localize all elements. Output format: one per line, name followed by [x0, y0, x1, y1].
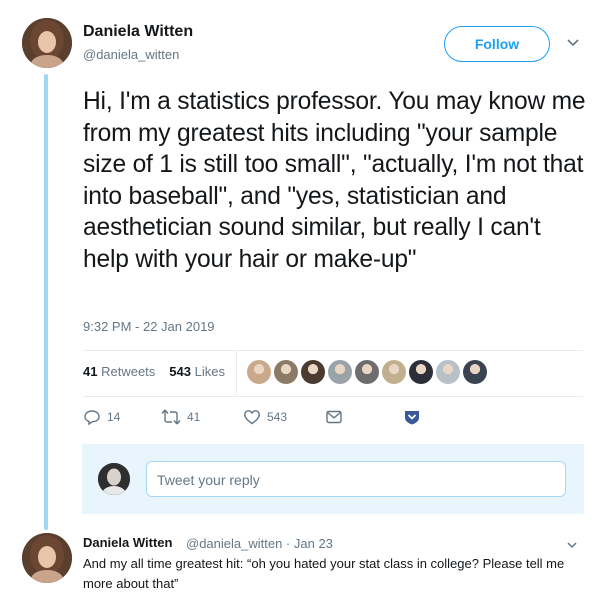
reply-action[interactable]: 14	[83, 408, 120, 426]
tweet-timestamp[interactable]: 9:32 PM - 22 Jan 2019	[83, 319, 215, 334]
author-name[interactable]: Daniela Witten	[83, 23, 193, 41]
liker-avatar[interactable]	[274, 360, 298, 384]
likes-stat[interactable]: 543 Likes	[169, 364, 225, 379]
retweets-stat[interactable]: 41 Retweets	[83, 364, 155, 379]
tweet-text: Hi, I'm a statistics professor. You may …	[83, 88, 586, 273]
likes-label: Likes	[194, 364, 225, 379]
liker-avatar[interactable]	[409, 360, 433, 384]
liker-avatar[interactable]	[436, 360, 460, 384]
engagement-stats: 41 Retweets 543 Likes	[83, 364, 225, 379]
shield-icon	[405, 411, 419, 425]
liker-avatar[interactable]	[247, 360, 271, 384]
liker-avatars	[247, 360, 487, 384]
liker-avatar[interactable]	[301, 360, 325, 384]
like-action[interactable]: 543	[243, 408, 287, 426]
likes-count: 543	[169, 364, 191, 379]
author-avatar[interactable]	[22, 18, 72, 68]
current-user-avatar	[98, 463, 130, 495]
reply-icon	[84, 410, 100, 426]
retweet-count: 41	[187, 410, 201, 424]
author-avatar[interactable]	[22, 533, 72, 583]
reply-input[interactable]: Tweet your reply	[146, 461, 566, 497]
chevron-down-icon[interactable]	[566, 539, 578, 551]
analytics-action[interactable]	[403, 408, 421, 426]
liker-avatar[interactable]	[355, 360, 379, 384]
reply-composer: Tweet your reply	[82, 444, 584, 514]
stats-separator	[236, 351, 237, 395]
retweets-count: 41	[83, 364, 98, 379]
reply-author-name[interactable]: Daniela Witten	[83, 535, 172, 550]
retweet-action[interactable]: 41	[161, 408, 200, 426]
retweet-icon	[161, 409, 181, 425]
liker-avatar[interactable]	[328, 360, 352, 384]
divider	[83, 350, 583, 351]
divider	[83, 396, 583, 397]
reply-tweet-text: And my all time greatest hit: “oh you ha…	[83, 556, 565, 591]
thread-connector-line	[44, 74, 48, 530]
retweets-label: Retweets	[101, 364, 156, 379]
tweet-actions: 14 41 543	[83, 408, 443, 432]
author-handle[interactable]: @daniela_witten	[83, 47, 179, 62]
liker-avatar[interactable]	[382, 360, 406, 384]
message-icon	[326, 410, 342, 424]
liker-avatar[interactable]	[463, 360, 487, 384]
chevron-down-icon[interactable]	[566, 36, 580, 50]
direct-message-action[interactable]	[325, 408, 343, 426]
follow-button[interactable]: Follow	[444, 26, 550, 62]
like-icon	[244, 410, 260, 425]
like-count: 543	[267, 410, 288, 424]
reply-author-meta[interactable]: @daniela_witten · Jan 23	[186, 536, 333, 551]
reply-count: 14	[107, 410, 121, 424]
